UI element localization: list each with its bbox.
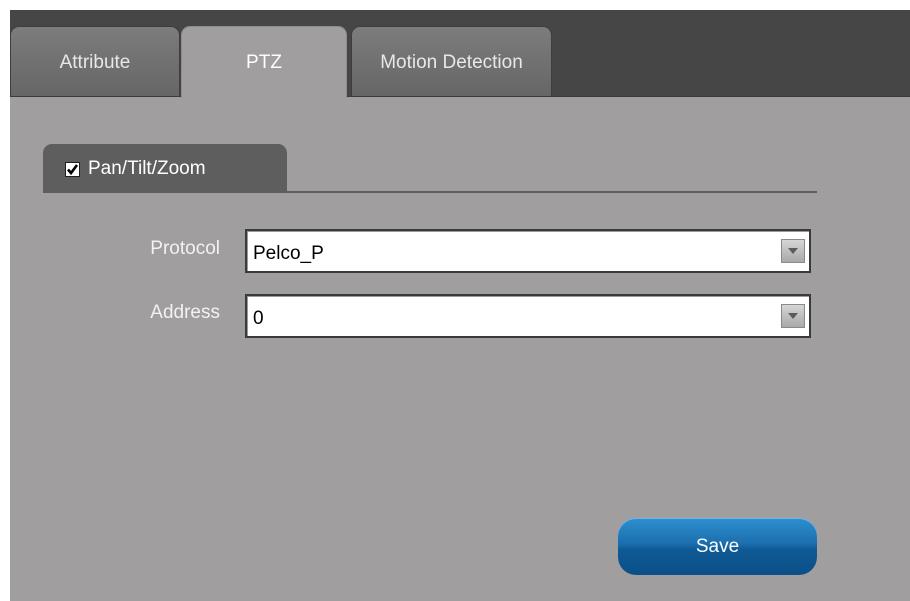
ptz-settings-panel: Attribute PTZ Motion Detection Pan/Tilt/… <box>10 10 910 601</box>
address-dropdown-button[interactable] <box>781 304 805 328</box>
chevron-down-icon <box>788 248 798 254</box>
tab-ptz[interactable]: PTZ <box>181 26 347 98</box>
pan-tilt-zoom-label: Pan/Tilt/Zoom <box>88 158 206 179</box>
protocol-select[interactable]: Pelco_P <box>245 229 811 273</box>
pan-tilt-zoom-checkbox[interactable] <box>65 162 80 177</box>
tab-attribute[interactable]: Attribute <box>10 26 180 96</box>
tab-motion-detection-label: Motion Detection <box>380 52 523 73</box>
chevron-down-icon <box>788 313 798 319</box>
protocol-value: Pelco_P <box>253 243 324 264</box>
protocol-dropdown-button[interactable] <box>781 239 805 263</box>
section-divider <box>43 191 817 193</box>
address-label: Address <box>150 302 220 323</box>
save-button[interactable]: Save <box>618 518 817 575</box>
settings-tab-bar: Attribute PTZ Motion Detection <box>10 10 910 98</box>
save-button-label: Save <box>695 536 740 557</box>
tab-ptz-label: PTZ <box>246 52 282 73</box>
tab-motion-detection[interactable]: Motion Detection <box>351 26 552 96</box>
address-value: 0 <box>253 308 264 329</box>
protocol-label: Protocol <box>150 238 220 259</box>
address-select[interactable]: 0 <box>245 294 811 338</box>
checkmark-icon <box>67 164 79 176</box>
pan-tilt-zoom-section-tab: Pan/Tilt/Zoom <box>43 144 287 192</box>
tab-attribute-label: Attribute <box>59 52 131 73</box>
